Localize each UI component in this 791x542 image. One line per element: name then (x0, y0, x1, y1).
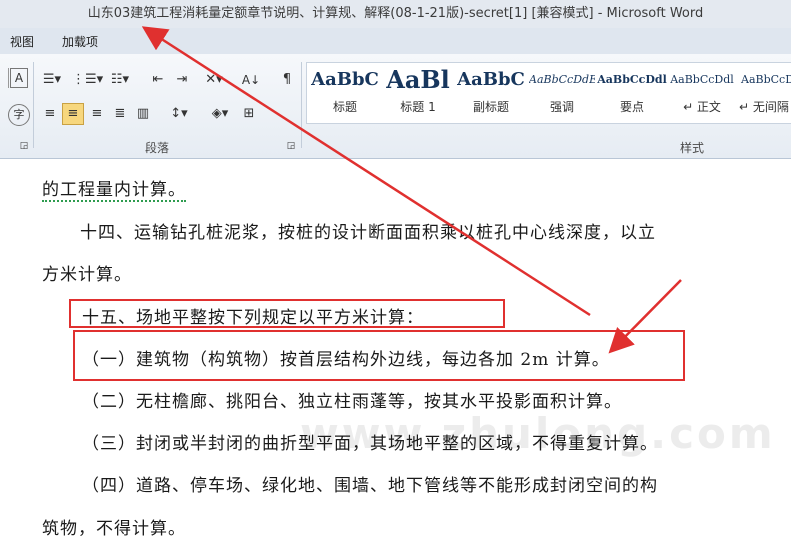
annotation-arrows (141, 26, 682, 354)
arrow-to-2m (608, 279, 682, 354)
arrow-to-title (141, 26, 591, 317)
